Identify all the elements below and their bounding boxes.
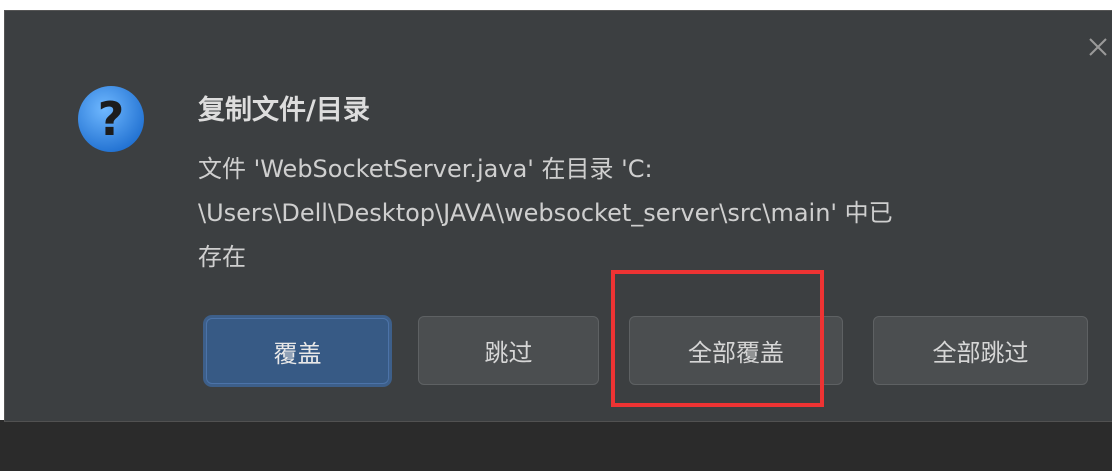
svg-text:?: ? — [98, 92, 125, 146]
message-line: \Users\Dell\Desktop\JAVA\websocket_serve… — [198, 199, 893, 227]
message-line: 文件 'WebSocketServer.java' 在目录 'C: — [198, 155, 653, 183]
skip-button[interactable]: 跳过 — [418, 316, 599, 385]
ide-background — [0, 420, 1112, 471]
overwrite-all-button[interactable]: 全部覆盖 — [629, 316, 843, 385]
dialog-message: 文件 'WebSocketServer.java' 在目录 'C: \Users… — [198, 147, 893, 279]
close-icon[interactable] — [1086, 35, 1110, 59]
question-icon: ? — [78, 86, 144, 152]
message-line: 存在 — [198, 243, 246, 271]
dialog-title: 复制文件/目录 — [198, 95, 370, 126]
skip-all-button[interactable]: 全部跳过 — [873, 316, 1088, 385]
overwrite-button[interactable]: 覆盖 — [206, 318, 389, 384]
copy-file-dialog: ? 复制文件/目录 文件 'WebSocketServer.java' 在目录 … — [4, 10, 1112, 422]
